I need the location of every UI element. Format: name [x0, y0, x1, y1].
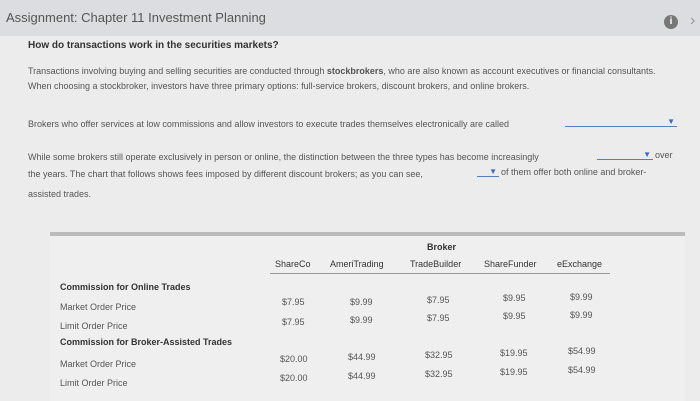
answer-dropdown-3[interactable]: ▼ [477, 166, 499, 177]
table-cell: $9.95 [503, 311, 526, 321]
row-label-assisted-market: Market Order Price [60, 359, 137, 369]
paragraph-distinction: While some brokers still operate exclusi… [28, 152, 539, 162]
table-cell: $19.95 [500, 367, 528, 377]
table-cell: $20.00 [280, 373, 308, 383]
intro-text-a: Transactions involving buying and sellin… [28, 66, 327, 76]
row-label-online-limit: Limit Order Price [60, 321, 128, 331]
question-heading: How do transactions work in the securiti… [28, 40, 279, 51]
dropdown-arrow-icon: ▼ [489, 167, 497, 176]
paragraph-distinction-line3: assisted trades. [28, 189, 92, 199]
section-title-broker-assisted: Commission for Broker-Assisted Trades [60, 337, 233, 347]
info-icon[interactable]: i [664, 15, 678, 29]
table-cell: $44.99 [348, 371, 376, 381]
paragraph-intro: Transactions involving buying and sellin… [28, 64, 678, 94]
intro-text-bold: stockbrokers [326, 66, 384, 76]
table-cell: $9.99 [350, 315, 373, 325]
table-cell: $9.99 [570, 292, 593, 302]
column-header-ameritrading: AmeriTrading [330, 259, 384, 269]
table-cell: $7.95 [427, 295, 450, 305]
row-label-assisted-limit: Limit Order Price [60, 378, 128, 388]
table-cell: $7.95 [282, 297, 305, 307]
chevron-right-icon[interactable]: › [690, 12, 695, 30]
section-title-online: Commission for Online Trades [60, 282, 191, 292]
paragraph-distinction-line2-end: of them offer both online and broker- [501, 167, 647, 177]
table-cell: $19.95 [500, 348, 528, 358]
column-header-sharefunder: ShareFunder [484, 259, 537, 269]
table-cell: $7.95 [282, 317, 305, 327]
table-cell: $20.00 [280, 354, 308, 364]
column-header-tradebuilder: TradeBuilder [410, 259, 462, 269]
table-cell: $9.99 [570, 310, 593, 320]
header-divider [270, 273, 610, 274]
table-cell: $44.99 [348, 352, 376, 362]
table-cell: $54.99 [568, 346, 596, 356]
column-header-shareco: ShareCo [275, 259, 311, 269]
answer-dropdown-1[interactable]: ▼ [565, 116, 677, 127]
over-text: over [655, 150, 673, 160]
table-cell: $9.95 [503, 293, 526, 303]
table-cell: $54.99 [568, 365, 596, 375]
paragraph-discount-question: Brokers who offer services at low commis… [28, 119, 510, 129]
dropdown-arrow-icon: ▼ [667, 117, 675, 126]
table-cell: $32.95 [425, 369, 453, 379]
table-cell: $7.95 [427, 313, 450, 323]
row-label-online-market: Market Order Price [60, 302, 137, 312]
table-cell: $9.99 [350, 297, 373, 307]
dropdown-arrow-icon: ▼ [643, 150, 651, 159]
paragraph-distinction-line2: the years. The chart that follows shows … [28, 169, 423, 179]
assignment-header-bar: Assignment: Chapter 11 Investment Planni… [0, 0, 700, 36]
table-cell: $32.95 [425, 350, 453, 360]
assignment-title: Assignment: Chapter 11 Investment Planni… [6, 10, 266, 25]
answer-dropdown-2[interactable]: ▼ [597, 149, 653, 160]
broker-group-header: Broker [427, 242, 457, 252]
column-header-eexchange: eExchange [557, 259, 603, 269]
